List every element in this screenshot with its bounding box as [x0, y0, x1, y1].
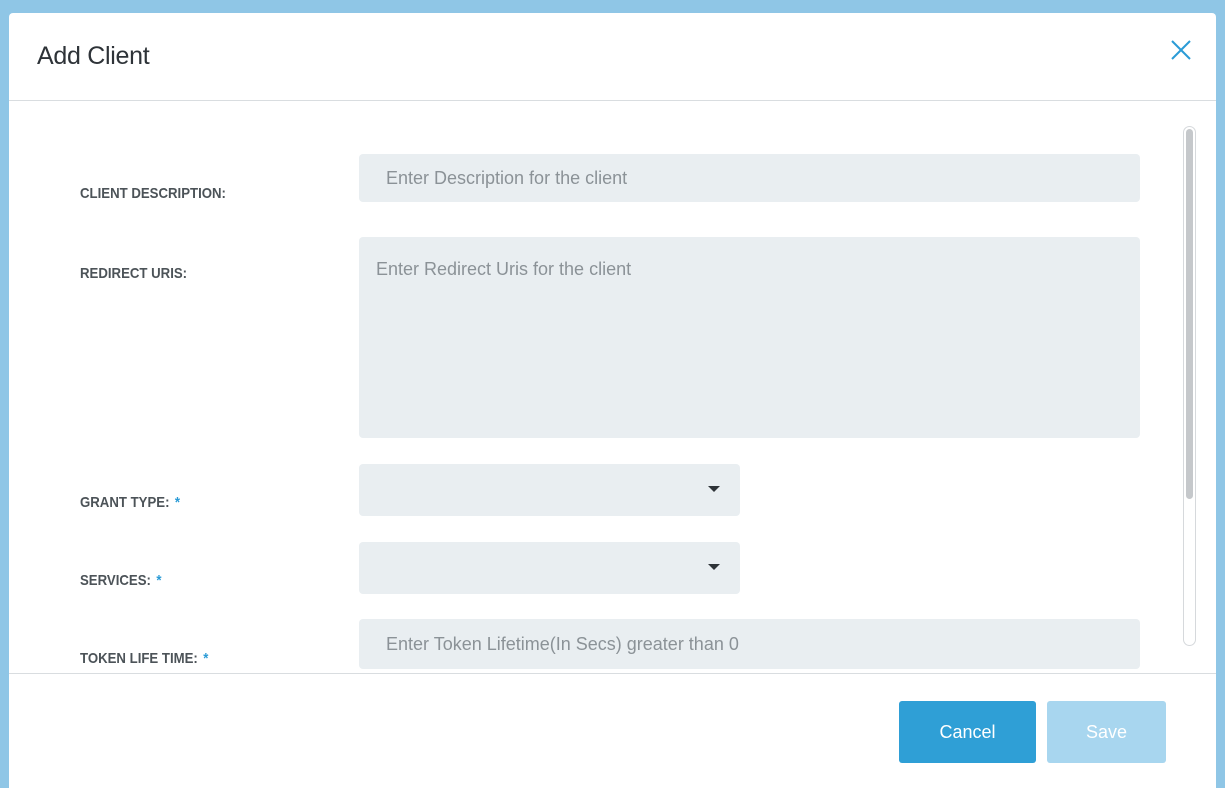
client-description-input[interactable]: [359, 154, 1140, 202]
caret-down-icon: [708, 564, 720, 570]
save-button[interactable]: Save: [1047, 701, 1166, 763]
scrollbar-thumb[interactable]: [1186, 129, 1193, 499]
required-marker: *: [156, 572, 162, 589]
modal-title: Add Client: [37, 42, 150, 70]
services-label: SERVICES: *: [80, 572, 161, 589]
required-marker: *: [174, 494, 181, 511]
required-marker: *: [203, 650, 209, 667]
close-icon[interactable]: [1166, 35, 1196, 65]
redirect-uris-textarea[interactable]: [359, 237, 1140, 438]
add-client-modal: Add Client CLIENT DESCRIPTION: REDIRECT …: [9, 13, 1216, 788]
services-select[interactable]: [359, 542, 740, 594]
redirect-uris-label: REDIRECT URIS:: [80, 265, 187, 282]
grant-type-label: GRANT TYPE: *: [80, 494, 180, 511]
modal-footer: Cancel Save: [9, 673, 1216, 788]
services-label-text: SERVICES:: [80, 572, 151, 589]
grant-type-label-text: GRANT TYPE:: [80, 494, 170, 511]
token-lifetime-input[interactable]: [359, 619, 1140, 669]
scrollbar[interactable]: [1183, 126, 1196, 646]
grant-type-select[interactable]: [359, 464, 740, 516]
caret-down-icon: [708, 486, 720, 492]
client-description-label-text: CLIENT DESCRIPTION:: [80, 185, 226, 202]
modal-header: Add Client: [9, 13, 1216, 101]
client-description-label: CLIENT DESCRIPTION:: [80, 185, 226, 202]
cancel-button[interactable]: Cancel: [899, 701, 1036, 763]
redirect-uris-label-text: REDIRECT URIS:: [80, 265, 188, 282]
modal-body: CLIENT DESCRIPTION: REDIRECT URIS: GRANT…: [9, 101, 1216, 673]
token-lifetime-label: TOKEN LIFE TIME: *: [80, 650, 208, 667]
token-lifetime-label-text: TOKEN LIFE TIME:: [80, 650, 198, 667]
